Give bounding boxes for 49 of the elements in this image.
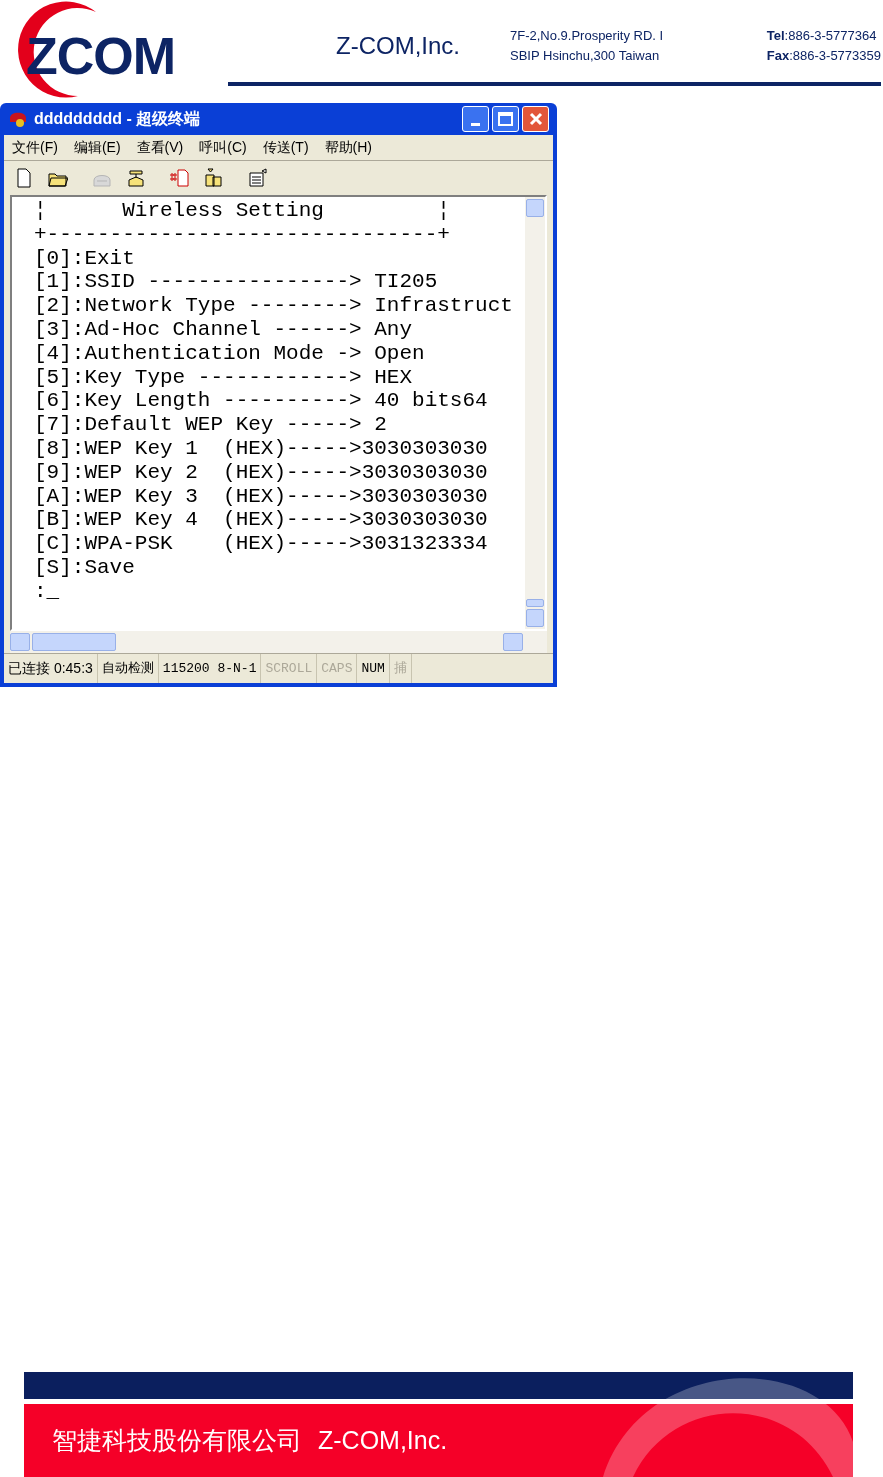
phone-icon (8, 110, 28, 128)
page-icon[interactable] (170, 168, 190, 188)
footer-company-en: Z-COM,Inc. (318, 1424, 448, 1456)
close-icon (528, 112, 543, 126)
status-panel: CAPS (317, 654, 358, 683)
terminal-line: [1]:SSID ----------------> TI205 (34, 270, 438, 295)
terminal-line: [9]:WEP Key 2 (HEX)----->3030303030 (34, 460, 488, 485)
terminal-line: [8]:WEP Key 1 (HEX)----->3030303030 (34, 436, 488, 461)
footer-company-cn: 智捷科技股份有限公司 (52, 1424, 302, 1456)
company-name: Z-COM,Inc. (336, 31, 460, 61)
horizontal-scrollbar[interactable] (10, 631, 547, 653)
terminal-line: [A]:WEP Key 3 (HEX)----->3030303030 (34, 484, 488, 509)
menu-item[interactable]: 文件(F) (12, 137, 58, 158)
status-panel: 捕 (389, 654, 412, 683)
terminal-line: [3]:Ad-Hoc Channel ------> Any (34, 318, 413, 342)
menu-item[interactable]: 查看(V) (136, 137, 184, 158)
terminal-line: [C]:WPA-PSK (HEX)----->3031323334 (34, 532, 488, 556)
terminal-line: [B]:WEP Key 4 (HEX)----->3030303030 (34, 508, 488, 533)
page-icon[interactable] (14, 168, 34, 188)
terminal-line: [0]:Exit (34, 246, 135, 271)
minimize-button[interactable] (462, 106, 489, 132)
status-panel: NUM (357, 654, 390, 683)
menu-item[interactable]: 传送(T) (262, 137, 309, 158)
menu-item[interactable]: 帮助(H) (324, 137, 372, 158)
address-line: SBIP Hsinchu,300 Taiwan (510, 47, 661, 65)
phone-icon[interactable] (126, 168, 146, 188)
terminal-line: :_ (34, 579, 60, 604)
terminal-line: [5]:Key Type ------------> HEX (34, 365, 413, 390)
maximize-button[interactable] (492, 106, 519, 132)
status-panel: 115200 8-N-1 (158, 654, 262, 683)
terminal-line: +-------------------------------+ (34, 222, 450, 247)
terminal-line: [7]:Default WEP Key -----> 2 (34, 413, 387, 437)
terminal-line: ¦ Wireless Setting ¦ (34, 199, 450, 223)
status-panel: 已连接 0:45:3 (4, 654, 98, 683)
contact-line: Fax:886-3-5773359 (766, 47, 881, 65)
close-button[interactable] (522, 106, 549, 132)
terminal-line: [2]:Network Type --------> Infrastruct (34, 294, 513, 318)
menu-item[interactable]: 呼叫(C) (199, 137, 247, 158)
address-line: 7F-2,No.9.Prosperity RD. I (510, 27, 664, 45)
status-panel: 自动检测 (97, 654, 159, 683)
window-title: ddddddddd - 超级终端 (34, 109, 201, 129)
terminal-line: [S]:Save (34, 555, 135, 580)
vertical-scrollbar[interactable] (525, 197, 545, 629)
status-panel: SCROLL (261, 654, 318, 683)
contact-line: Tel:886-3-5777364 (766, 27, 878, 45)
terminal-line: [6]:Key Length ----------> 40 bits64 (34, 389, 488, 414)
properties-icon[interactable] (248, 168, 268, 188)
terminal-line: [4]:Authentication Mode -> Open (34, 341, 425, 366)
menu-item[interactable]: 编辑(E) (73, 137, 121, 158)
